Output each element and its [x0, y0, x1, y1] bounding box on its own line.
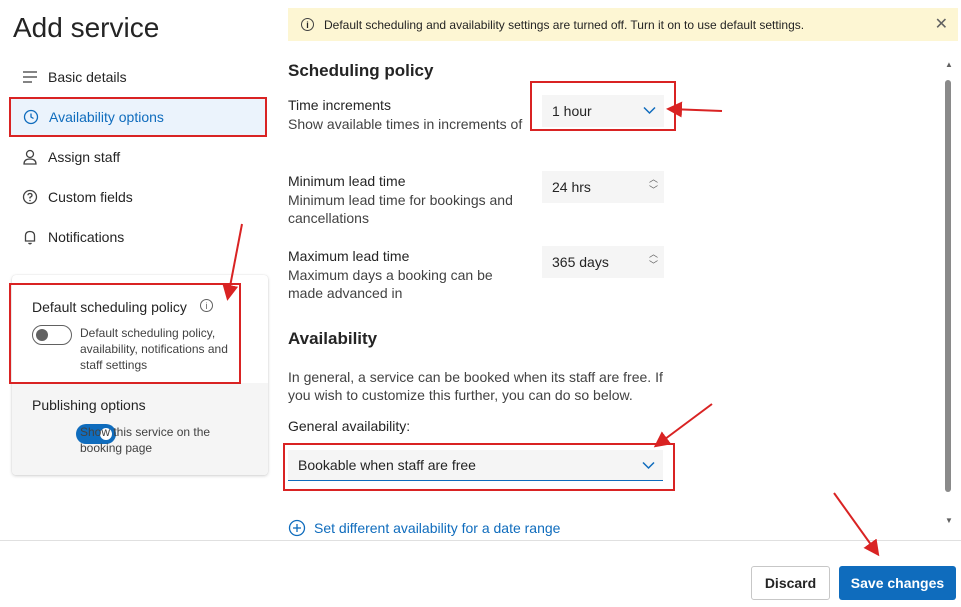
nav-item-label: Basic details — [48, 69, 127, 85]
max-lead-stepper[interactable]: 365 days ︿ ﹀ — [542, 246, 664, 278]
add-circle-icon — [288, 519, 306, 537]
general-availability-value: Bookable when staff are free — [298, 457, 476, 473]
nav-item-availability-options[interactable]: Availability options — [9, 97, 267, 137]
spin-arrows-icon[interactable]: ︿ ﹀ — [649, 249, 658, 271]
max-lead-description: Maximum days a booking can be — [288, 267, 493, 283]
availability-title: Availability — [288, 329, 378, 348]
discard-button[interactable]: Discard — [751, 566, 830, 600]
max-lead-label: Maximum lead time — [288, 248, 410, 264]
info-icon: i — [301, 18, 314, 31]
nav-item-custom-fields[interactable]: Custom fields — [10, 177, 266, 217]
scheduling-policy-title: Scheduling policy — [288, 61, 434, 80]
scroll-down-icon[interactable]: ▼ — [945, 516, 953, 525]
min-lead-label: Minimum lead time — [288, 173, 406, 189]
list-icon — [21, 68, 39, 86]
availability-description-2: you wish to customize this further, you … — [288, 387, 633, 403]
clock-icon — [22, 108, 40, 126]
min-lead-value: 24 hrs — [552, 179, 591, 195]
availability-description: In general, a service can be booked when… — [288, 369, 663, 385]
bell-icon — [21, 228, 39, 246]
scroll-up-icon[interactable]: ▲ — [945, 60, 953, 69]
nav-item-label: Custom fields — [48, 189, 133, 205]
info-icon[interactable]: i — [200, 299, 213, 312]
person-icon — [21, 148, 39, 166]
scrollbar-thumb[interactable] — [945, 80, 951, 492]
nav-item-basic-details[interactable]: Basic details — [10, 57, 266, 97]
save-changes-button[interactable]: Save changes — [839, 566, 956, 600]
time-increments-description: Show available times in increments of — [288, 116, 523, 132]
close-icon[interactable]: ✕ — [935, 14, 948, 34]
max-lead-value: 365 days — [552, 254, 609, 270]
spin-arrows-icon[interactable]: ︿ ﹀ — [649, 174, 658, 196]
chevron-down-icon — [642, 461, 655, 470]
general-availability-dropdown[interactable]: Bookable when staff are free — [288, 450, 663, 481]
time-increments-dropdown[interactable]: 1 hour — [542, 95, 664, 127]
min-lead-description-2: cancellations — [288, 210, 369, 226]
min-lead-description: Minimum lead time for bookings and — [288, 192, 513, 208]
nav-item-label: Assign staff — [48, 149, 121, 165]
footer-divider — [0, 540, 961, 541]
question-circle-icon — [21, 188, 39, 206]
date-range-link[interactable]: Set different availability for a date ra… — [288, 518, 560, 538]
arrow-to-general-availability — [653, 403, 713, 448]
nav-item-label: Availability options — [49, 109, 164, 125]
arrow-to-time-increments — [666, 101, 723, 118]
arrow-to-save-button — [833, 492, 880, 557]
general-availability-label: General availability: — [288, 418, 411, 434]
nav-item-assign-staff[interactable]: Assign staff — [10, 137, 266, 177]
nav-item-notifications[interactable]: Notifications — [10, 217, 266, 257]
default-policy-description: Default scheduling policy, availability,… — [80, 326, 228, 372]
time-increments-label: Time increments — [288, 97, 391, 113]
chevron-down-icon — [643, 106, 656, 115]
default-policy-heading: Default scheduling policy — [32, 299, 187, 315]
max-lead-description-2: made advanced in — [288, 285, 403, 301]
publishing-description: Show this service on the booking page — [80, 425, 211, 455]
banner-text: Default scheduling and availability sett… — [324, 17, 805, 32]
publishing-heading: Publishing options — [32, 397, 146, 413]
time-increments-value: 1 hour — [552, 103, 592, 119]
date-range-link-label: Set different availability for a date ra… — [314, 520, 561, 536]
min-lead-stepper[interactable]: 24 hrs ︿ ﹀ — [542, 171, 664, 203]
info-banner: i Default scheduling and availability se… — [288, 8, 958, 41]
nav-item-label: Notifications — [48, 229, 125, 245]
page-title: Add service — [13, 12, 160, 43]
default-policy-toggle[interactable] — [32, 325, 72, 345]
